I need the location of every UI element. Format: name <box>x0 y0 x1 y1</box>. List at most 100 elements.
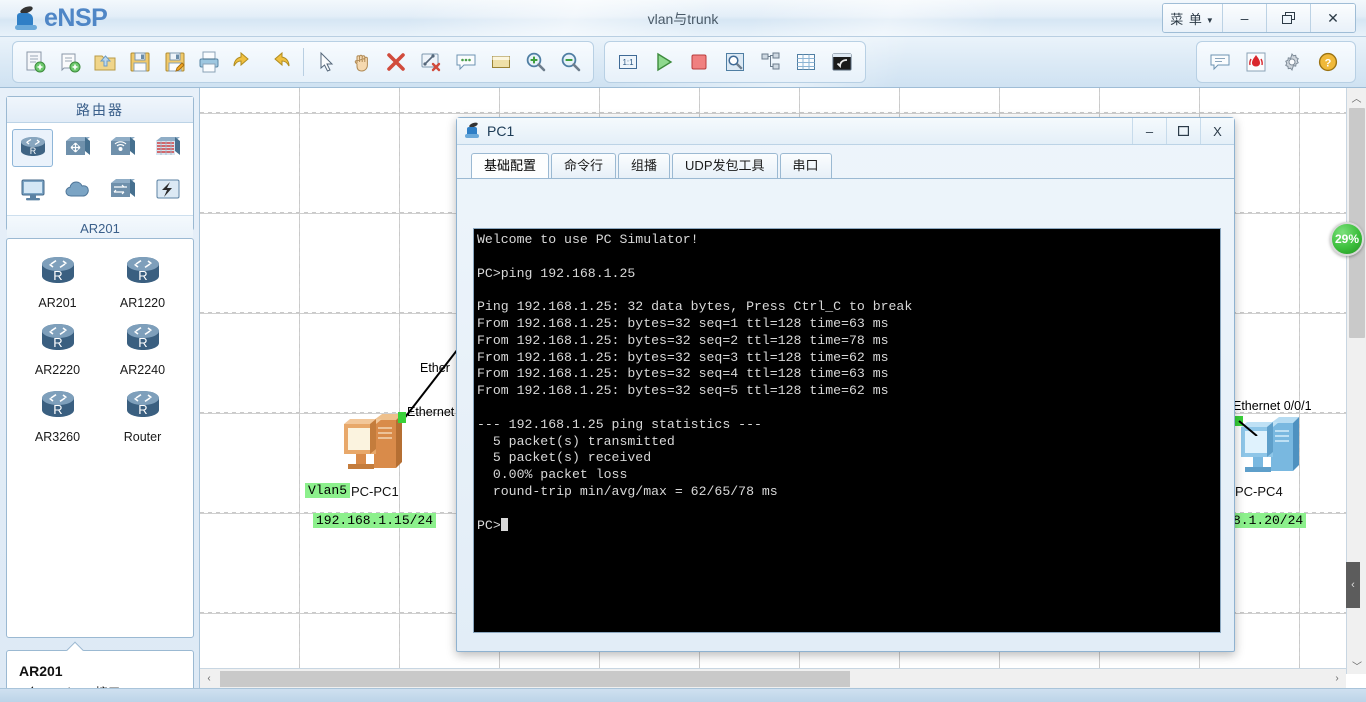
minimize-button[interactable]: – <box>1223 4 1267 32</box>
device-label: AR2220 <box>34 363 81 377</box>
pc1-terminal[interactable]: Welcome to use PC Simulator! PC>ping 192… <box>473 228 1221 633</box>
pointer-icon[interactable] <box>312 47 341 77</box>
device-type-terminal[interactable] <box>12 171 53 209</box>
horizontal-scroll-thumb[interactable] <box>220 671 850 687</box>
device-AR2240[interactable]: R AR2240 <box>100 320 185 377</box>
save-icon[interactable] <box>125 47 154 77</box>
window-controls: 菜 单 ▼ – ✕ <box>1162 3 1356 33</box>
restore-icon <box>1282 12 1295 24</box>
interface-label-clipped: Ether <box>420 361 450 375</box>
vlan-tag-pc1: Vlan5 <box>305 483 351 498</box>
router-type-icon: R <box>20 137 45 156</box>
panel-collapse-handle[interactable]: ‹ <box>1346 562 1360 608</box>
capture-icon[interactable] <box>720 47 750 77</box>
menu-button[interactable]: 菜 单 ▼ <box>1163 4 1223 32</box>
pc1-dialog-titlebar[interactable]: PC1 – X <box>457 118 1234 145</box>
redo-icon[interactable] <box>265 47 294 77</box>
shape-icon[interactable] <box>487 47 516 77</box>
minimize-icon: – <box>1240 10 1249 26</box>
main-toolbar: 1:1 ? <box>0 37 1366 88</box>
toolbar-group-help: ? <box>1196 41 1356 83</box>
device-type-connection[interactable] <box>147 171 188 209</box>
wlan-type-icon <box>110 137 135 155</box>
device-AR201[interactable]: R AR201 <box>15 253 100 310</box>
huawei-icon[interactable] <box>1241 47 1271 77</box>
scroll-down-arrow[interactable]: ﹀ <box>1347 656 1366 674</box>
pc1-close-button[interactable]: X <box>1200 118 1234 144</box>
device-type-cloud[interactable] <box>57 171 98 209</box>
svg-text:R: R <box>53 402 62 417</box>
device-AR1220[interactable]: R AR1220 <box>100 253 185 310</box>
settings-gear-icon[interactable] <box>1277 47 1307 77</box>
device-AR3260[interactable]: R AR3260 <box>15 387 100 444</box>
print-icon[interactable] <box>195 47 224 77</box>
device-label: AR3260 <box>34 430 81 444</box>
device-info-title: AR201 <box>19 663 63 679</box>
tab-label: 串口 <box>792 158 819 173</box>
pc1-dialog-title: PC1 <box>487 123 515 139</box>
tab-udp-tool[interactable]: UDP发包工具 <box>672 153 778 178</box>
device-type-wlan[interactable] <box>102 129 143 167</box>
undo-icon[interactable] <box>230 47 259 77</box>
delete-link-icon[interactable] <box>417 47 446 77</box>
device-type-customize[interactable] <box>102 171 143 209</box>
feedback-icon[interactable] <box>1205 47 1235 77</box>
delete-icon[interactable] <box>382 47 411 77</box>
actual-size-icon[interactable]: 1:1 <box>613 47 643 77</box>
title-bar: eNSP vlan与trunk 菜 单 ▼ – ✕ <box>0 0 1366 37</box>
hand-icon[interactable] <box>347 47 376 77</box>
device-type-header: 路由器 <box>7 97 193 123</box>
scroll-right-arrow[interactable]: › <box>1328 669 1346 688</box>
link-line-pc4 <box>1238 420 1258 436</box>
interface-label-pc4: Ethernet 0/0/1 <box>1233 399 1312 413</box>
tab-command-line[interactable]: 命令行 <box>551 153 617 178</box>
restore-button[interactable] <box>1267 4 1311 32</box>
save-as-icon[interactable] <box>160 47 189 77</box>
pc1-minimize-button[interactable]: – <box>1132 118 1166 144</box>
device-label: Router <box>123 430 162 444</box>
close-icon: X <box>1213 123 1222 139</box>
device-type-firewall[interactable] <box>147 129 188 167</box>
pc1-dialog[interactable]: PC1 – X 基础配置 命令行 组播 UDP发包工具 串口 Welcome t… <box>456 117 1235 652</box>
scroll-up-arrow[interactable]: ︿ <box>1347 88 1366 106</box>
stop-all-icon[interactable] <box>684 47 714 77</box>
scroll-left-arrow[interactable]: ‹ <box>200 669 218 688</box>
device-type-router[interactable]: R <box>12 129 53 167</box>
topology-tree-icon[interactable] <box>756 47 786 77</box>
close-button[interactable]: ✕ <box>1311 4 1355 32</box>
device-type-switch[interactable] <box>57 129 98 167</box>
zoom-in-icon[interactable] <box>521 47 550 77</box>
tab-basic-config[interactable]: 基础配置 <box>471 153 550 178</box>
zoom-level-badge[interactable]: 29% <box>1330 222 1364 256</box>
chevron-down-icon: ▼ <box>1205 15 1215 25</box>
svg-text:R: R <box>138 335 147 350</box>
device-list-panel: R AR201 R AR1220 R AR2220 R AR2240 R AR3… <box>6 238 194 638</box>
tab-label: 组播 <box>631 158 658 173</box>
start-all-icon[interactable] <box>649 47 679 77</box>
connection-type-icon <box>156 179 179 199</box>
pc1-maximize-button[interactable] <box>1166 118 1200 144</box>
help-icon[interactable]: ? <box>1313 47 1343 77</box>
firewall-type-icon <box>155 137 180 155</box>
comment-icon[interactable] <box>452 47 481 77</box>
device-Router[interactable]: R Router <box>100 387 185 444</box>
tab-label: 基础配置 <box>484 158 537 173</box>
zoom-out-icon[interactable] <box>556 47 585 77</box>
new-topology-icon[interactable] <box>21 47 50 77</box>
svg-text:R: R <box>29 146 36 156</box>
router-icon: R <box>41 257 74 283</box>
device-AR2220[interactable]: R AR2220 <box>15 320 100 377</box>
svg-text:R: R <box>53 335 62 350</box>
horizontal-scrollbar[interactable]: ‹ › <box>200 668 1346 688</box>
grid-icon[interactable] <box>792 47 822 77</box>
node-label-pc1: PC-PC1 <box>351 484 399 499</box>
new-from-template-icon[interactable] <box>56 47 85 77</box>
console-icon[interactable] <box>827 47 857 77</box>
router-icon: R <box>41 324 74 350</box>
open-folder-icon[interactable] <box>91 47 120 77</box>
tab-serial-port[interactable]: 串口 <box>779 153 832 178</box>
tab-multicast[interactable]: 组播 <box>618 153 671 178</box>
ip-tag-pc4: 8.1.20/24 <box>1230 513 1307 528</box>
router-icon: R <box>126 324 159 350</box>
toolbar-separator <box>302 48 304 76</box>
